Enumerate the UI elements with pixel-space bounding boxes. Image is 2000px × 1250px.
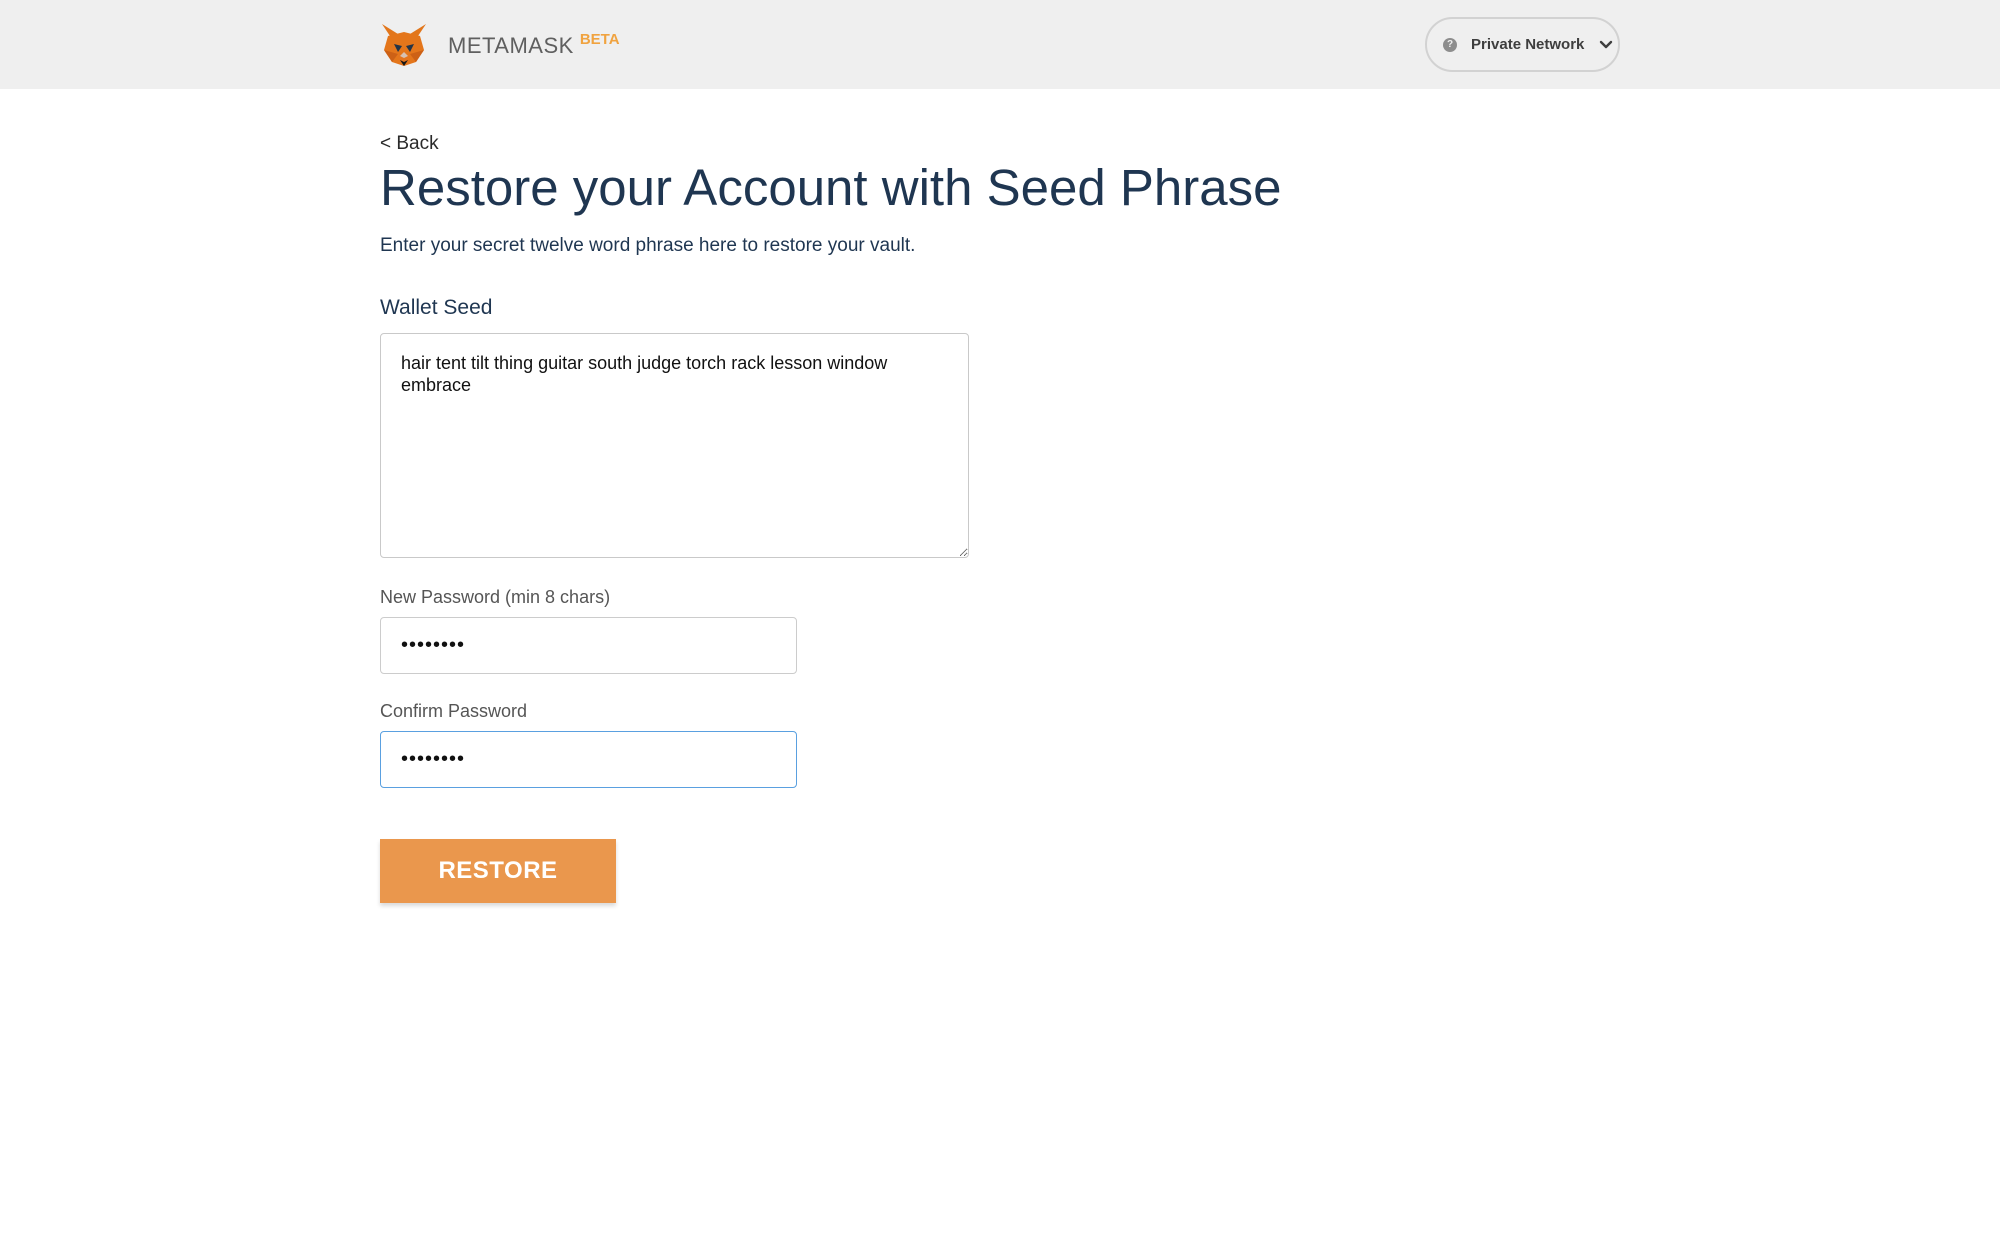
- back-link[interactable]: < Back: [380, 133, 439, 155]
- restore-button[interactable]: RESTORE: [380, 839, 616, 903]
- network-selector[interactable]: ? Private Network: [1425, 17, 1620, 72]
- app-header: METAMASK BETA ? Private Network: [0, 0, 2000, 89]
- wallet-seed-input[interactable]: hair tent tilt thing guitar south judge …: [380, 333, 969, 558]
- chevron-down-icon: [1600, 40, 1613, 48]
- beta-badge: BETA: [579, 30, 620, 48]
- help-icon: ?: [1443, 37, 1457, 52]
- new-password-field[interactable]: [380, 617, 797, 674]
- wallet-seed-label: Wallet Seed: [380, 296, 493, 319]
- page-subtitle: Enter your secret twelve word phrase her…: [380, 235, 916, 256]
- brand-name: METAMASK: [448, 33, 574, 58]
- page-title: Restore your Account with Seed Phrase: [380, 159, 1282, 216]
- new-password-label: New Password (min 8 chars): [380, 587, 611, 607]
- confirm-password-label: Confirm Password: [380, 701, 528, 721]
- confirm-password-field[interactable]: [380, 731, 797, 788]
- fox-logo-icon: [382, 24, 426, 66]
- network-label: Private Network: [1471, 36, 1585, 53]
- brand: METAMASK BETA: [380, 22, 620, 68]
